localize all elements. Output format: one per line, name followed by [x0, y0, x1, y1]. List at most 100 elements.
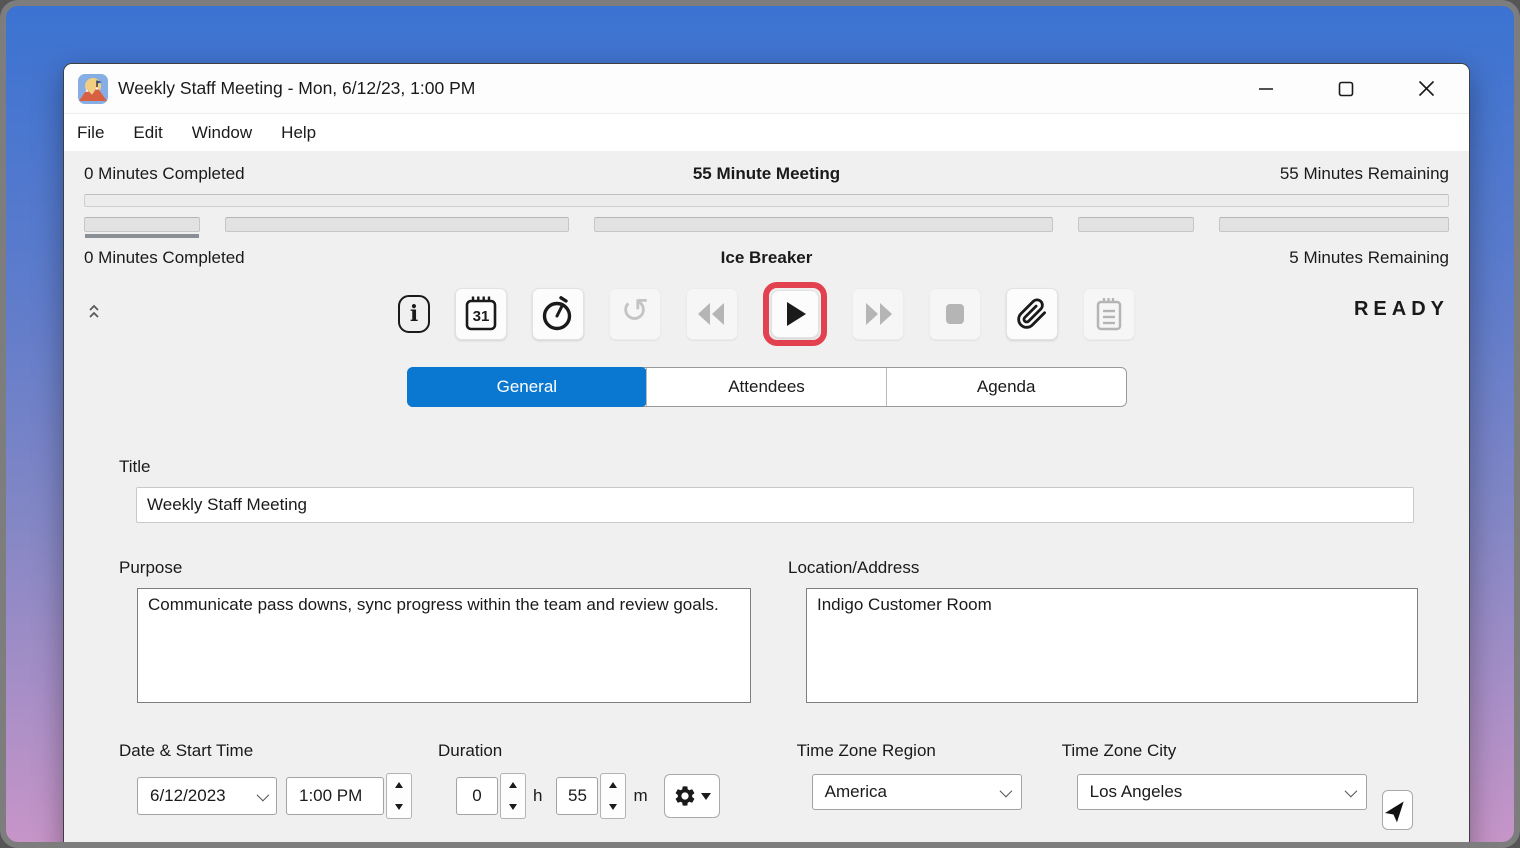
- navigation-arrow-icon: [1379, 792, 1415, 828]
- paperclip-icon: [1016, 298, 1048, 330]
- tz-city-value: Los Angeles: [1090, 782, 1183, 802]
- date-dropdown[interactable]: 6/12/2023: [137, 777, 277, 815]
- rewind-icon: [695, 299, 729, 329]
- duration-minutes-stepper: [600, 773, 626, 819]
- section-name-label: Ice Breaker: [485, 248, 1047, 268]
- title-input[interactable]: [136, 487, 1414, 523]
- attachment-button[interactable]: [1006, 288, 1058, 340]
- segment-1: [225, 217, 569, 232]
- notes-icon: [1093, 296, 1125, 332]
- app-icon: [78, 74, 108, 104]
- duration-hours-input[interactable]: 0: [456, 777, 498, 815]
- tab-general[interactable]: General: [407, 367, 648, 407]
- meeting-timer-window: Weekly Staff Meeting - Mon, 6/12/23, 1:0…: [63, 63, 1470, 848]
- tab-agenda[interactable]: Agenda: [886, 368, 1126, 406]
- triangle-down-icon: [395, 804, 403, 810]
- collapse-button[interactable]: [88, 304, 100, 324]
- minutes-step-up-button[interactable]: [601, 774, 625, 796]
- info-button[interactable]: i: [398, 295, 430, 333]
- date-value: 6/12/2023: [150, 786, 226, 806]
- tz-region-label: Time Zone Region: [797, 741, 1022, 761]
- menubar: File Edit Window Help: [64, 114, 1469, 151]
- purpose-label: Purpose: [119, 558, 750, 578]
- window-title: Weekly Staff Meeting - Mon, 6/12/23, 1:0…: [118, 78, 475, 99]
- time-step-up-button[interactable]: [387, 774, 411, 796]
- menu-window[interactable]: Window: [192, 123, 252, 143]
- detect-timezone-button[interactable]: [1382, 790, 1413, 830]
- desktop-background: Weekly Staff Meeting - Mon, 6/12/23, 1:0…: [0, 0, 1520, 848]
- meeting-completed-label: 0 Minutes Completed: [84, 164, 485, 184]
- segment-2: [594, 217, 1052, 232]
- close-icon: [1418, 80, 1435, 97]
- stop-icon: [940, 299, 970, 329]
- maximize-icon: [1338, 81, 1354, 97]
- date-start-time-group: Date & Start Time 6/12/2023 1:00 PM: [119, 741, 412, 819]
- triangle-up-icon: [509, 782, 517, 788]
- tz-region-dropdown[interactable]: America: [812, 774, 1022, 810]
- triangle-down-icon: [609, 804, 617, 810]
- tz-region-group: Time Zone Region America: [797, 741, 1022, 810]
- tz-region-value: America: [825, 782, 887, 802]
- tz-city-group: Time Zone City Los Angeles: [1062, 741, 1367, 810]
- info-icon: i: [410, 303, 418, 325]
- stop-button[interactable]: [929, 288, 981, 340]
- duration-hours-stepper: [500, 773, 526, 819]
- play-icon: [781, 299, 809, 329]
- play-button[interactable]: [771, 290, 819, 338]
- fast-forward-icon: [861, 299, 895, 329]
- progress-section: 0 Minutes Completed 55 Minute Meeting 55…: [64, 164, 1469, 268]
- titlebar: Weekly Staff Meeting - Mon, 6/12/23, 1:0…: [64, 64, 1469, 114]
- hours-step-up-button[interactable]: [501, 774, 525, 796]
- section-remaining-label: 5 Minutes Remaining: [1048, 248, 1449, 268]
- duration-group: Duration 0 h 55: [438, 741, 720, 819]
- meeting-remaining-label: 55 Minutes Remaining: [1048, 164, 1449, 184]
- time-stepper: [386, 773, 412, 819]
- menu-file[interactable]: File: [77, 123, 104, 143]
- menu-help[interactable]: Help: [281, 123, 316, 143]
- duration-label: Duration: [438, 741, 720, 761]
- minutes-step-down-button[interactable]: [601, 796, 625, 818]
- maximize-button[interactable]: [1331, 74, 1361, 104]
- calendar-icon: 31: [463, 295, 499, 333]
- segment-4: [1219, 217, 1449, 232]
- play-highlight-ring: [763, 282, 827, 346]
- restart-icon: ↺: [621, 294, 650, 328]
- duration-minutes-value: 55: [568, 786, 587, 806]
- hours-step-down-button[interactable]: [501, 796, 525, 818]
- duration-hours-value: 0: [472, 786, 481, 806]
- meeting-progress-bar: [84, 194, 1449, 207]
- purpose-textarea[interactable]: [137, 588, 751, 703]
- minutes-unit-label: m: [633, 786, 647, 806]
- dropdown-triangle-icon: [701, 793, 711, 800]
- calendar-button[interactable]: 31: [455, 288, 507, 340]
- section-completed-label: 0 Minutes Completed: [84, 248, 485, 268]
- time-input[interactable]: 1:00 PM: [286, 777, 384, 815]
- menu-edit[interactable]: Edit: [133, 123, 162, 143]
- close-button[interactable]: [1411, 74, 1441, 104]
- duration-settings-button[interactable]: [664, 774, 720, 818]
- chevron-down-icon: [1344, 784, 1357, 797]
- segment-0: [84, 217, 200, 232]
- tz-city-label: Time Zone City: [1062, 741, 1367, 761]
- duration-minutes-input[interactable]: 55: [556, 777, 598, 815]
- tz-city-dropdown[interactable]: Los Angeles: [1077, 774, 1367, 810]
- triangle-up-icon: [395, 782, 403, 788]
- triangle-up-icon: [609, 782, 617, 788]
- chevron-down-icon: [257, 788, 270, 801]
- triangle-down-icon: [509, 804, 517, 810]
- minimize-icon: [1258, 81, 1274, 97]
- tab-attendees[interactable]: Attendees: [646, 368, 886, 406]
- time-value: 1:00 PM: [299, 786, 362, 806]
- location-label: Location/Address: [788, 558, 1418, 578]
- minimize-button[interactable]: [1251, 74, 1281, 104]
- rewind-button[interactable]: [686, 288, 738, 340]
- chevron-down-icon: [999, 784, 1012, 797]
- location-textarea[interactable]: [806, 588, 1418, 703]
- notes-button[interactable]: [1083, 288, 1135, 340]
- time-step-down-button[interactable]: [387, 796, 411, 818]
- fast-forward-button[interactable]: [852, 288, 904, 340]
- date-start-time-label: Date & Start Time: [119, 741, 412, 761]
- toolbar: i 31 ↺: [64, 282, 1469, 346]
- timer-button[interactable]: [532, 288, 584, 340]
- restart-button[interactable]: ↺: [609, 288, 661, 340]
